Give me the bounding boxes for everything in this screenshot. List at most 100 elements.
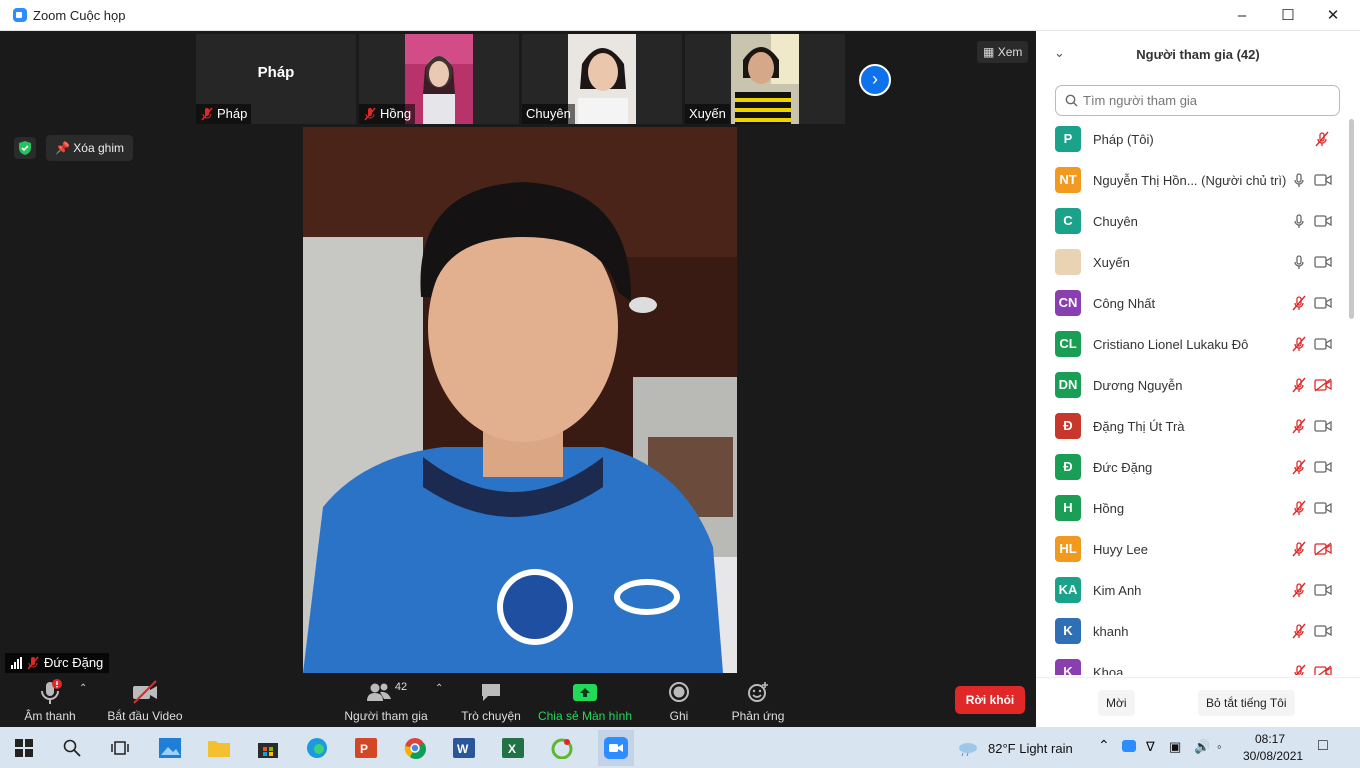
participant-row[interactable]: Đ Đức Đặng xyxy=(1036,447,1348,488)
participant-photo xyxy=(405,34,473,124)
participant-row[interactable]: Xuyến xyxy=(1036,242,1348,283)
avatar: Đ xyxy=(1055,454,1081,480)
mic-muted-icon[interactable] xyxy=(1291,336,1307,352)
participant-row[interactable]: K Khoa xyxy=(1036,652,1348,675)
video-icon[interactable] xyxy=(1314,624,1332,638)
chat-icon xyxy=(482,684,500,701)
mic-muted-icon[interactable] xyxy=(1291,664,1307,675)
view-button[interactable]: ▦ Xem xyxy=(977,41,1029,63)
windows-start-icon[interactable] xyxy=(11,735,37,761)
clock-date[interactable]: 30/08/2021 xyxy=(1243,749,1303,763)
powerpoint-icon[interactable]: P xyxy=(353,735,379,761)
thumbnail-big-label: Pháp xyxy=(257,64,295,81)
panel-scrollbar[interactable] xyxy=(1349,119,1354,319)
volume-icon[interactable]: 🔊 xyxy=(1194,739,1210,755)
thumbnail-chuyen[interactable]: Chuyên xyxy=(522,34,682,124)
start-video-button[interactable]: Bắt đầu Video xyxy=(107,679,183,723)
video-icon[interactable] xyxy=(1314,255,1332,269)
chevron-up-icon[interactable]: ⌃ xyxy=(1098,737,1110,754)
invite-button[interactable]: Mời xyxy=(1098,690,1135,716)
mic-icon[interactable] xyxy=(1291,172,1307,188)
unmute-me-button[interactable]: Bỏ tắt tiếng Tôi xyxy=(1198,690,1295,716)
participant-row[interactable]: HL Huyy Lee xyxy=(1036,529,1348,570)
notifications-icon[interactable]: □ xyxy=(1318,737,1328,755)
record-button[interactable]: Ghi xyxy=(657,679,701,723)
mic-muted-icon[interactable] xyxy=(1291,418,1307,434)
participants-button[interactable]: 42 Người tham gia xyxy=(343,679,429,723)
next-page-button[interactable]: › xyxy=(859,64,891,96)
video-icon[interactable] xyxy=(1314,501,1332,515)
clock-time[interactable]: 08:17 xyxy=(1255,732,1285,746)
mic-muted-icon[interactable] xyxy=(1314,131,1330,147)
participant-name: Đức Đặng xyxy=(1093,460,1153,475)
word-icon[interactable]: W xyxy=(451,735,477,761)
video-off-icon[interactable] xyxy=(1314,665,1332,675)
thumbnail-xuyen[interactable]: Xuyến xyxy=(685,34,845,124)
video-icon[interactable] xyxy=(1314,460,1332,474)
video-icon[interactable] xyxy=(1314,337,1332,351)
minimize-button[interactable]: – xyxy=(1219,0,1265,31)
windows-taskbar: P W X 82°F Light rain ⌃ ∇ ▣ 🔊 ◦ 08:17 30… xyxy=(0,727,1360,768)
participant-row[interactable]: CL Cristiano Lionel Lukaku Đô xyxy=(1036,324,1348,365)
video-off-icon[interactable] xyxy=(1314,542,1332,556)
weather-text[interactable]: 82°F Light rain xyxy=(988,741,1073,756)
app-green-icon[interactable] xyxy=(549,735,575,761)
meet-now-icon[interactable]: ◦ xyxy=(1217,739,1222,754)
zoom-tray-icon[interactable] xyxy=(1122,740,1136,755)
thumbnail-phap[interactable]: Pháp Pháp xyxy=(196,34,356,124)
participant-row[interactable]: H Hồng xyxy=(1036,488,1348,529)
video-icon[interactable] xyxy=(1314,296,1332,310)
participant-row[interactable]: KA Kim Anh xyxy=(1036,570,1348,611)
mic-muted-icon[interactable] xyxy=(1291,459,1307,475)
audio-options-caret[interactable]: ⌃ xyxy=(79,683,87,694)
mic-icon[interactable] xyxy=(1291,213,1307,229)
mic-muted-icon[interactable] xyxy=(1291,377,1307,393)
participant-row[interactable]: CN Công Nhất xyxy=(1036,283,1348,324)
excel-icon[interactable]: X xyxy=(500,735,526,761)
participant-row[interactable]: Kkhanh xyxy=(1036,611,1348,652)
video-off-icon[interactable] xyxy=(1314,378,1332,392)
participant-row[interactable]: P Pháp (Tôi) xyxy=(1036,119,1348,160)
close-button[interactable]: ✕ xyxy=(1310,0,1356,31)
maximize-button[interactable]: ☐ xyxy=(1265,0,1311,31)
video-icon[interactable] xyxy=(1314,583,1332,597)
vpn-icon[interactable]: ∇ xyxy=(1146,739,1155,755)
audio-button[interactable]: Âm thanh xyxy=(19,679,81,723)
thumbnail-hong[interactable]: Hồng xyxy=(359,34,519,124)
mic-muted-icon[interactable] xyxy=(1291,500,1307,516)
search-icon[interactable] xyxy=(59,735,85,761)
task-view-icon[interactable] xyxy=(107,735,133,761)
mic-muted-icon[interactable] xyxy=(1291,582,1307,598)
participants-options-caret[interactable]: ⌃ xyxy=(435,683,443,694)
avatar xyxy=(1055,249,1081,275)
weather-icon[interactable] xyxy=(955,735,981,761)
leave-meeting-button[interactable]: Rời khỏi xyxy=(955,686,1025,714)
photos-app-icon[interactable] xyxy=(157,735,183,761)
search-participants-input[interactable]: Tìm người tham gia xyxy=(1055,85,1340,116)
mic-icon xyxy=(41,679,62,704)
avatar: DN xyxy=(1055,372,1081,398)
mic-icon[interactable] xyxy=(1291,254,1307,270)
share-screen-button[interactable]: Chia sẻ Màn hình xyxy=(537,679,633,723)
file-explorer-icon[interactable] xyxy=(206,735,232,761)
mic-muted-icon[interactable] xyxy=(1291,623,1307,639)
mic-muted-icon[interactable] xyxy=(1291,295,1307,311)
edge-browser-icon[interactable] xyxy=(304,735,330,761)
zoom-taskbar-icon[interactable] xyxy=(598,730,634,766)
video-off-icon xyxy=(133,680,157,704)
participant-row[interactable]: DN Dương Nguyễn xyxy=(1036,365,1348,406)
security-shield-icon[interactable] xyxy=(14,137,36,159)
reactions-button[interactable]: Phản ứng xyxy=(727,679,789,723)
video-icon[interactable] xyxy=(1314,419,1332,433)
chrome-icon[interactable] xyxy=(402,735,428,761)
unpin-button[interactable]: 📌 Xóa ghim xyxy=(46,135,133,161)
chat-button[interactable]: Trò chuyện xyxy=(459,679,523,723)
mic-muted-icon[interactable] xyxy=(1291,541,1307,557)
network-icon[interactable]: ▣ xyxy=(1169,739,1181,755)
participant-row[interactable]: Đ Đặng Thị Út Trà xyxy=(1036,406,1348,447)
video-icon[interactable] xyxy=(1314,173,1332,187)
video-icon[interactable] xyxy=(1314,214,1332,228)
participant-row[interactable]: C Chuyên xyxy=(1036,201,1348,242)
participant-row[interactable]: NT Nguyễn Thị Hồn... (Người chủ trì) xyxy=(1036,160,1348,201)
store-icon[interactable] xyxy=(255,735,281,761)
